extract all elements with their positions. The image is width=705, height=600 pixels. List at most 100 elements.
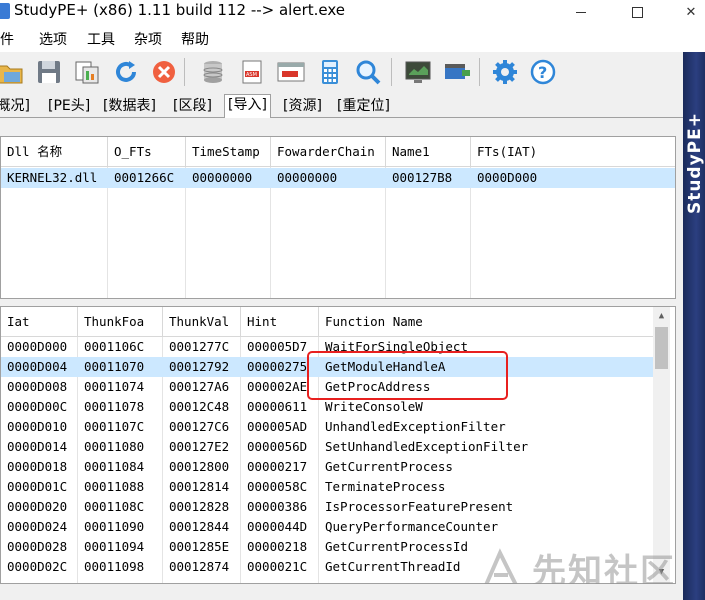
column-header[interactable]: FTs(IAT) (471, 137, 675, 167)
tab-relocations[interactable]: [重定位] (334, 96, 393, 118)
thunk-val-cell: 000127A6 (169, 379, 230, 394)
iat-cell: 0000D000 (477, 170, 538, 185)
hint-cell: 000005AD (247, 419, 308, 434)
timestamp-cell: 00000000 (192, 170, 253, 185)
tab-pe-header[interactable]: [PE头] (45, 96, 93, 118)
name1-cell: 000127B8 (392, 170, 453, 185)
thunk-foa-cell: 00011080 (84, 439, 145, 454)
help-icon[interactable]: ? (528, 57, 558, 87)
thunk-val-cell: 00012828 (169, 499, 230, 514)
tab-sections[interactable]: [区段] (170, 96, 215, 118)
column-header[interactable]: Iat (1, 307, 78, 337)
iat-cell: 0000D000 (7, 339, 68, 354)
maximize-button[interactable] (614, 0, 660, 24)
menu-file[interactable]: 文件 (0, 29, 14, 49)
close-window-button[interactable] (668, 0, 705, 24)
hint-cell: 0000044D (247, 519, 308, 534)
refresh-icon[interactable] (111, 57, 141, 87)
scroll-up-icon[interactable]: ▲ (653, 307, 670, 324)
menu-misc[interactable]: 杂项 (134, 29, 162, 49)
asm-icon[interactable]: ASM (237, 57, 267, 87)
thunk-foa-cell: 00011094 (84, 539, 145, 554)
scroll-thumb[interactable] (655, 327, 668, 369)
table-row[interactable]: 0000D024 00011090 00012844 0000044D QueryPer… (1, 517, 653, 537)
thunk-val-cell: 000127E2 (169, 439, 230, 454)
column-header[interactable]: O_FTs (108, 137, 186, 167)
dll-name-cell: KERNEL32.dll (7, 170, 98, 185)
iat-cell: 0000D02C (7, 559, 68, 574)
menu-help[interactable]: 帮助 (181, 29, 209, 49)
tab-overview[interactable]: [概况] (0, 96, 33, 118)
close-file-icon[interactable] (149, 57, 179, 87)
table-row[interactable]: 0000D00C 00011078 00012C48 00000611 WriteCon… (1, 397, 653, 417)
status-bar (0, 584, 683, 600)
column-header[interactable]: Hint (241, 307, 319, 337)
column-header[interactable]: ThunkVal (163, 307, 241, 337)
tab-bar: [概况] [PE头] [数据表] [区段] [导入] [资源] [重定位] (0, 94, 683, 119)
tab-resources[interactable]: [资源] (280, 96, 325, 118)
iat-cell: 0000D020 (7, 499, 68, 514)
thunk-val-cell: 00012792 (169, 359, 230, 374)
menu-options[interactable]: 选项 (39, 29, 67, 49)
thunk-foa-cell: 00011074 (84, 379, 145, 394)
thunk-val-cell: 00012814 (169, 479, 230, 494)
hint-cell: 00000217 (247, 459, 308, 474)
iat-cell: 0000D008 (7, 379, 68, 394)
open-folder-icon[interactable] (0, 57, 26, 87)
app-icon (0, 3, 10, 19)
thunk-foa-cell: 00011078 (84, 399, 145, 414)
table-row[interactable]: 0000D020 0001108C 00012828 00000386 IsProces… (1, 497, 653, 517)
screen-icon[interactable] (403, 57, 433, 87)
table-row[interactable]: 0000D010 0001107C 000127C6 000005AD Unhandle… (1, 417, 653, 437)
side-banner: StudyPE+ (683, 52, 705, 600)
hint-cell: 00000218 (247, 539, 308, 554)
dll-table-header: Dll 名称 O_FTs TimeStamp FowarderChain Nam… (1, 137, 675, 167)
svg-text:ASM: ASM (246, 72, 257, 78)
table-row[interactable]: 0000D014 00011080 000127E2 0000056D SetUnhan… (1, 437, 653, 457)
column-header[interactable]: Dll 名称 (1, 137, 108, 167)
iat-cell: 0000D028 (7, 539, 68, 554)
function-name-cell: SetUnhandledExceptionFilter (325, 439, 529, 454)
asm-view-icon[interactable] (276, 57, 306, 87)
column-header[interactable]: Function Name (319, 307, 653, 337)
thunk-foa-cell: 0001107C (84, 419, 145, 434)
iat-cell: 0000D004 (7, 359, 68, 374)
search-icon[interactable] (353, 57, 383, 87)
thunk-val-cell: 00012874 (169, 559, 230, 574)
calculator-icon[interactable] (315, 57, 345, 87)
function-name-cell: UnhandledExceptionFilter (325, 419, 506, 434)
column-header[interactable]: FowarderChain (271, 137, 386, 167)
table-row[interactable]: KERNEL32.dll 0001266C 00000000 00000000 … (1, 168, 675, 188)
thunk-foa-cell: 00011098 (84, 559, 145, 574)
thunk-foa-cell: 0001106C (84, 339, 145, 354)
function-name-cell: WriteConsoleW (325, 399, 423, 414)
thunk-val-cell: 00012844 (169, 519, 230, 534)
thunk-foa-cell: 00011084 (84, 459, 145, 474)
column-header[interactable]: TimeStamp (186, 137, 271, 167)
copy-compare-icon[interactable] (72, 57, 102, 87)
function-name-cell: QueryPerformanceCounter (325, 519, 499, 534)
table-row[interactable]: 0000D018 00011084 00012800 00000217 GetCurre… (1, 457, 653, 477)
thunk-val-cell: 00012C48 (169, 399, 230, 414)
tab-data-directory[interactable]: [数据表] (100, 96, 159, 118)
tab-imports[interactable]: [导入] (224, 94, 271, 119)
table-row[interactable]: 0000D01C 00011088 00012814 0000058C Terminat… (1, 477, 653, 497)
side-banner-text: StudyPE+ (685, 112, 705, 215)
function-name-cell: IsProcessorFeaturePresent (325, 499, 514, 514)
database-icon[interactable] (198, 57, 228, 87)
thunk-foa-cell: 00011070 (84, 359, 145, 374)
iat-cell: 0000D00C (7, 399, 68, 414)
minimize-button[interactable] (558, 0, 604, 24)
oft-cell: 0001266C (114, 170, 175, 185)
save-icon[interactable] (34, 57, 64, 87)
thunk-val-cell: 0001285E (169, 539, 230, 554)
menu-bar: 文件 选项 工具 杂项 帮助 (0, 26, 705, 50)
dll-table: Dll 名称 O_FTs TimeStamp FowarderChain Nam… (0, 136, 676, 299)
menu-tools[interactable]: 工具 (87, 29, 115, 49)
column-header[interactable]: ThunkFoa (78, 307, 163, 337)
settings-icon[interactable] (490, 57, 520, 87)
column-header[interactable]: Name1 (386, 137, 471, 167)
thunk-val-cell: 000127C6 (169, 419, 230, 434)
plugin-icon[interactable] (442, 57, 472, 87)
forwarder-chain-cell: 00000000 (277, 170, 338, 185)
